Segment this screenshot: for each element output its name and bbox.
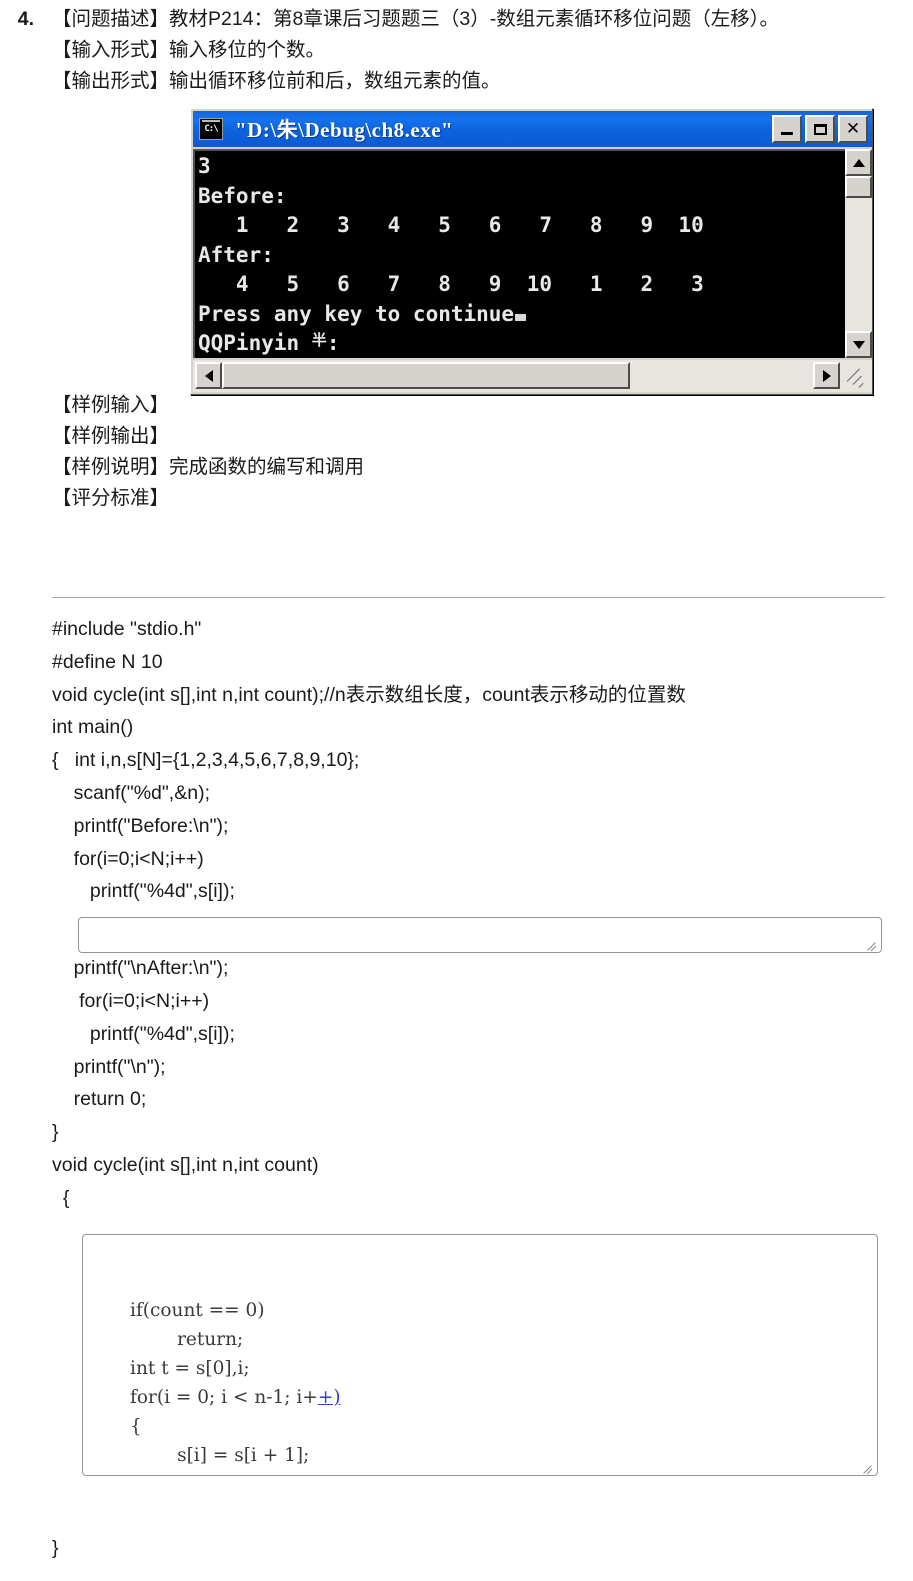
answer-textarea-2[interactable]: if(count == 0) return; int t = s[0],i; f… <box>82 1234 878 1476</box>
minimize-icon <box>781 132 793 135</box>
code-line-include: #include "stdio.h" <box>52 618 202 640</box>
chevron-left-icon <box>204 369 213 382</box>
console-line-2: 1 2 3 4 5 6 7 8 9 10 <box>198 213 704 237</box>
scroll-down-button[interactable] <box>845 331 872 358</box>
code-line-printf-newline: printf("\n"); <box>52 1055 166 1078</box>
sample-labels: 【样例输入】 【样例输出】 【样例说明】完成函数的编写和调用 【评分标准】 <box>52 390 364 514</box>
console-line-5: Press any key to continue <box>198 301 515 326</box>
box2-line-3: for(i = 0; i < n-1; i+ <box>83 1387 318 1408</box>
box2-line-4: { <box>83 1416 142 1437</box>
scroll-up-button[interactable] <box>845 149 872 176</box>
console-window[interactable]: C:\ "D:\朱\Debug\ch8.exe" ✕ 3 Before: 1 2… <box>190 108 873 395</box>
problem-line-1: 4. 【问题描述】教材P214：第8章课后习题题三（3）-数组元素循环移位问题（… <box>0 0 913 35</box>
console-screen[interactable]: 3 Before: 1 2 3 4 5 6 7 8 9 10 After: 4 … <box>193 149 845 358</box>
close-button[interactable]: ✕ <box>838 115 868 143</box>
window-controls: ✕ <box>772 115 870 143</box>
code-line-printf-loop1: printf("%4d",s[i]); <box>52 880 235 903</box>
problem-number: 4. <box>17 8 34 30</box>
sample-input-label: 【样例输入】 <box>52 394 170 416</box>
maximize-button[interactable] <box>805 115 835 143</box>
code-line-close-main: } <box>52 1121 59 1144</box>
maximize-icon <box>813 123 827 135</box>
answer-textarea-2-value: if(count == 0) return; int t = s[0],i; f… <box>83 1293 877 1475</box>
problem-statement: 4. 【问题描述】教材P214：第8章课后习题题三（3）-数组元素循环移位问题（… <box>0 0 913 97</box>
sample-output-label: 【样例输出】 <box>52 425 170 447</box>
code-line-close-cycle: } <box>52 1537 59 1559</box>
sample-explanation-label: 【样例说明】完成函数的编写和调用 <box>52 456 365 478</box>
code-line-scanf: scanf("%d",&n); <box>52 781 210 804</box>
box2-underline-for: +) <box>317 1387 341 1408</box>
code-line-open-cycle: { <box>52 1186 70 1209</box>
console-vertical-scrollbar[interactable] <box>845 149 872 358</box>
console-horizontal-scrollbar[interactable] <box>193 360 872 392</box>
textarea-resize-handle-icon[interactable] <box>861 1460 874 1475</box>
code-line-printf-loop2: printf("%4d",s[i]); <box>52 1022 235 1045</box>
section-divider <box>52 597 885 598</box>
code-line-decl: { int i,n,s[N]={1,2,3,4,5,6,7,8,9,10}; <box>52 749 360 772</box>
console-body: 3 Before: 1 2 3 4 5 6 7 8 9 10 After: 4 … <box>193 149 872 358</box>
problem-input-format: 【输入形式】输入移位的个数。 <box>52 39 326 61</box>
code-line-for2: for(i=0;i<N;i++) <box>52 989 210 1012</box>
close-icon: ✕ <box>845 118 861 139</box>
chevron-right-icon <box>822 369 831 382</box>
minimize-button[interactable] <box>772 115 802 143</box>
code-line-return: return 0; <box>52 1088 147 1111</box>
scroll-right-button[interactable] <box>813 362 840 389</box>
box2-line-1: return; <box>83 1329 244 1350</box>
console-titlebar[interactable]: C:\ "D:\朱\Debug\ch8.exe" ✕ <box>193 111 872 147</box>
ime-status-prefix: QQPinyin <box>198 331 312 355</box>
code-line-printf-after: printf("\nAfter:\n"); <box>52 957 229 980</box>
console-cmd-icon: C:\ <box>199 118 223 140</box>
console-title: "D:\朱\Debug\ch8.exe" <box>235 118 454 142</box>
console-line-3: After: <box>198 242 274 267</box>
vertical-scroll-thumb[interactable] <box>845 176 872 198</box>
code-line-main: int main() <box>52 716 134 739</box>
horizontal-scroll-thumb[interactable] <box>222 362 630 389</box>
code-line-cycle-def: void cycle(int s[],int n,int count) <box>52 1153 319 1176</box>
code-line-define: #define N 10 <box>52 650 163 673</box>
console-cursor <box>515 313 527 321</box>
console-line-1: Before: <box>198 183 287 208</box>
console-output: 3 Before: 1 2 3 4 5 6 7 8 9 10 After: 4 … <box>195 151 845 358</box>
box2-line-5: s[i] = s[i + 1]; <box>83 1445 310 1466</box>
answer-textarea-1[interactable]: cycle(s, N, n); <box>78 917 882 953</box>
code-line-printf-before: printf("Before:\n"); <box>52 814 229 837</box>
box2-line-0: if(count == 0) <box>83 1300 265 1321</box>
chevron-down-icon <box>852 340 865 349</box>
code-line-for1: for(i=0;i<N;i++) <box>52 847 204 870</box>
problem-output-format: 【输出形式】输出循环移位前和后，数组元素的值。 <box>52 70 501 92</box>
ime-status-suffix: : <box>326 331 340 355</box>
console-line-4: 4 5 6 7 8 9 10 1 2 3 <box>198 272 704 296</box>
textarea-resize-handle-icon[interactable] <box>865 937 878 952</box>
box2-line-6: } <box>83 1474 142 1475</box>
problem-description-text: 【问题描述】教材P214：第8章课后习题题三（3）-数组元素循环移位问题（左移）… <box>52 8 779 30</box>
console-line-0: 3 <box>198 154 211 178</box>
window-resize-grip-icon[interactable] <box>844 364 870 391</box>
chevron-up-icon <box>852 158 865 167</box>
ime-mode-indicator: 半 <box>311 331 327 349</box>
box2-line-2: int t = s[0],i; <box>83 1358 250 1379</box>
code-listing: #include "stdio.h" #define N 10 void cyc… <box>52 613 892 1476</box>
scroll-left-button[interactable] <box>195 362 222 389</box>
grading-criteria-label: 【评分标准】 <box>52 487 170 509</box>
code-line-prototype: void cycle(int s[],int n,int count);//n表… <box>52 683 686 706</box>
